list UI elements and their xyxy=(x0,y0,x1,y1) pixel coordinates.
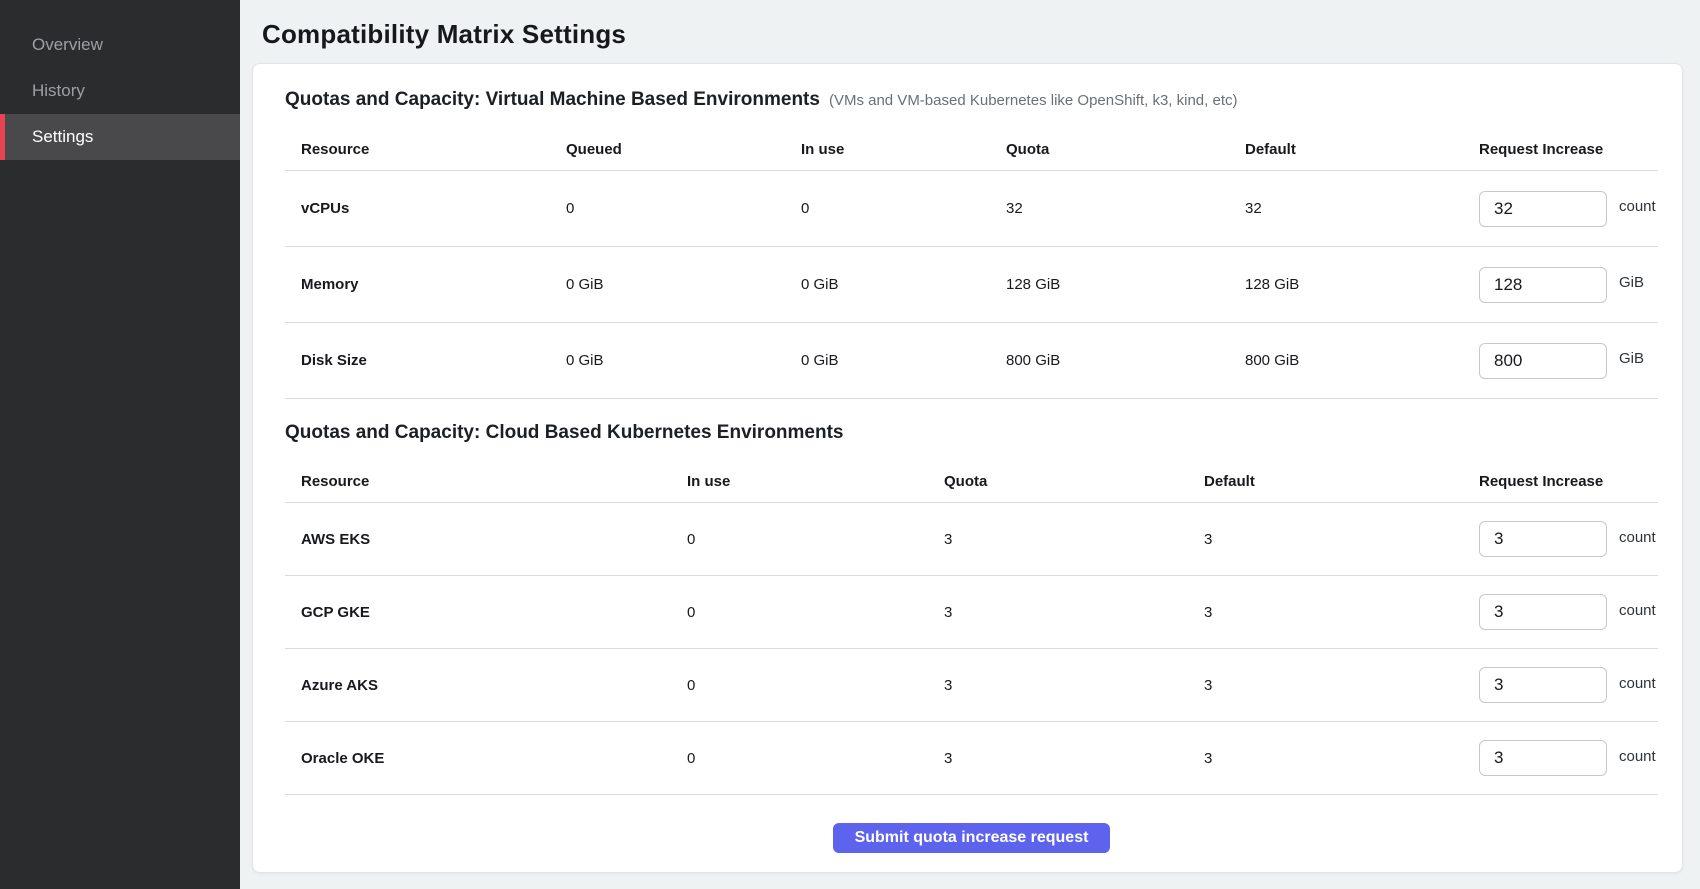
cell-in-use: 0 xyxy=(801,200,1006,217)
request-increase-input-oracle-oke[interactable] xyxy=(1479,740,1607,776)
request-increase-input-gcp-gke[interactable] xyxy=(1479,594,1607,630)
cell-queued: 0 GiB xyxy=(566,352,801,369)
request-increase-input-disk-size[interactable] xyxy=(1479,343,1607,379)
table-header-row: ResourceIn useQuotaDefaultRequest Increa… xyxy=(285,461,1658,503)
table-row-gcp-gke: GCP GKE033count xyxy=(285,576,1658,649)
column-header-in-use: In use xyxy=(801,141,1006,158)
cell-quota: 3 xyxy=(944,677,1204,694)
sidebar-item-settings[interactable]: Settings xyxy=(0,114,240,160)
request-increase-input-azure-aks[interactable] xyxy=(1479,667,1607,703)
table-row-oracle-oke: Oracle OKE033count xyxy=(285,722,1658,795)
section-title-text: Quotas and Capacity: Virtual Machine Bas… xyxy=(285,89,820,110)
cell-resource: Disk Size xyxy=(285,352,566,369)
cell-quota: 3 xyxy=(944,604,1204,621)
cell-quota: 800 GiB xyxy=(1006,352,1245,369)
cell-quota: 3 xyxy=(944,750,1204,767)
table-header-row: ResourceQueuedIn useQuotaDefaultRequest … xyxy=(285,129,1658,171)
cell-request-increase: GiB xyxy=(1479,343,1658,379)
cell-default: 3 xyxy=(1204,531,1479,548)
sidebar-item-label: Settings xyxy=(32,127,93,147)
unit-label: GiB xyxy=(1619,274,1644,291)
cell-request-increase: count xyxy=(1479,667,1658,703)
cell-in-use: 0 xyxy=(687,677,944,694)
cell-resource: Memory xyxy=(285,276,566,293)
column-header-in-use: In use xyxy=(687,473,944,490)
sidebar: Overview History Settings xyxy=(0,0,240,889)
section-title: Quotas and Capacity: Cloud Based Kuberne… xyxy=(285,421,1658,445)
settings-card: Quotas and Capacity: Virtual Machine Bas… xyxy=(252,63,1683,873)
cell-queued: 0 GiB xyxy=(566,276,801,293)
cell-default: 3 xyxy=(1204,750,1479,767)
cell-default: 3 xyxy=(1204,677,1479,694)
sidebar-item-history[interactable]: History xyxy=(0,68,240,114)
submit-quota-button[interactable]: Submit quota increase request xyxy=(833,823,1111,853)
cell-quota: 32 xyxy=(1006,200,1245,217)
table-row-aws-eks: AWS EKS033count xyxy=(285,503,1658,576)
main-content: Compatibility Matrix Settings Quotas and… xyxy=(240,0,1700,889)
column-header-quota: Quota xyxy=(944,473,1204,490)
column-header-request-increase: Request Increase xyxy=(1479,141,1658,158)
sidebar-item-label: Overview xyxy=(32,35,103,55)
section-subtitle: (VMs and VM-based Kubernetes like OpenSh… xyxy=(829,92,1238,109)
column-header-resource: Resource xyxy=(285,473,687,490)
column-header-queued: Queued xyxy=(566,141,801,158)
request-increase-input-vcpus[interactable] xyxy=(1479,191,1607,227)
section-vm-environments: Quotas and Capacity: Virtual Machine Bas… xyxy=(285,88,1658,399)
cell-resource: GCP GKE xyxy=(285,604,687,621)
cell-default: 128 GiB xyxy=(1245,276,1479,293)
table-row-memory: Memory0 GiB0 GiB128 GiB128 GiBGiB xyxy=(285,247,1658,323)
cell-quota: 128 GiB xyxy=(1006,276,1245,293)
cell-default: 3 xyxy=(1204,604,1479,621)
cell-resource: Oracle OKE xyxy=(285,750,687,767)
table-row-disk-size: Disk Size0 GiB0 GiB800 GiB800 GiBGiB xyxy=(285,323,1658,399)
unit-label: GiB xyxy=(1619,350,1644,367)
cell-request-increase: count xyxy=(1479,191,1658,227)
submit-button-row: Submit quota increase request xyxy=(285,823,1658,853)
cell-queued: 0 xyxy=(566,200,801,217)
cell-quota: 3 xyxy=(944,531,1204,548)
cell-resource: AWS EKS xyxy=(285,531,687,548)
cell-request-increase: count xyxy=(1479,740,1658,776)
page-title: Compatibility Matrix Settings xyxy=(262,19,1683,49)
column-header-resource: Resource xyxy=(285,141,566,158)
sidebar-item-label: History xyxy=(32,81,85,101)
section-title: Quotas and Capacity: Virtual Machine Bas… xyxy=(285,88,1658,113)
sidebar-item-overview[interactable]: Overview xyxy=(0,22,240,68)
unit-label: count xyxy=(1619,675,1656,692)
unit-label: count xyxy=(1619,529,1656,546)
cell-request-increase: count xyxy=(1479,594,1658,630)
section-title-text: Quotas and Capacity: Cloud Based Kuberne… xyxy=(285,422,844,443)
cell-in-use: 0 xyxy=(687,750,944,767)
unit-label: count xyxy=(1619,602,1656,619)
request-increase-input-memory[interactable] xyxy=(1479,267,1607,303)
cell-default: 800 GiB xyxy=(1245,352,1479,369)
cell-request-increase: GiB xyxy=(1479,267,1658,303)
unit-label: count xyxy=(1619,748,1656,765)
sidebar-nav: Overview History Settings xyxy=(0,22,240,160)
column-header-request-increase: Request Increase xyxy=(1479,473,1658,490)
section-cloud-k8s-environments: Quotas and Capacity: Cloud Based Kuberne… xyxy=(285,421,1658,795)
cell-default: 32 xyxy=(1245,200,1479,217)
quota-sections: Quotas and Capacity: Virtual Machine Bas… xyxy=(285,88,1658,795)
table-row-azure-aks: Azure AKS033count xyxy=(285,649,1658,722)
cell-in-use: 0 xyxy=(687,531,944,548)
cell-in-use: 0 xyxy=(687,604,944,621)
cell-resource: vCPUs xyxy=(285,200,566,217)
cell-resource: Azure AKS xyxy=(285,677,687,694)
request-increase-input-aws-eks[interactable] xyxy=(1479,521,1607,557)
cell-in-use: 0 GiB xyxy=(801,352,1006,369)
cell-in-use: 0 GiB xyxy=(801,276,1006,293)
cell-request-increase: count xyxy=(1479,521,1658,557)
table-row-vcpus: vCPUs003232count xyxy=(285,171,1658,247)
column-header-quota: Quota xyxy=(1006,141,1245,158)
column-header-default: Default xyxy=(1204,473,1479,490)
unit-label: count xyxy=(1619,198,1656,215)
column-header-default: Default xyxy=(1245,141,1479,158)
app-window: Overview History Settings Compatibility Ma… xyxy=(0,0,1700,889)
